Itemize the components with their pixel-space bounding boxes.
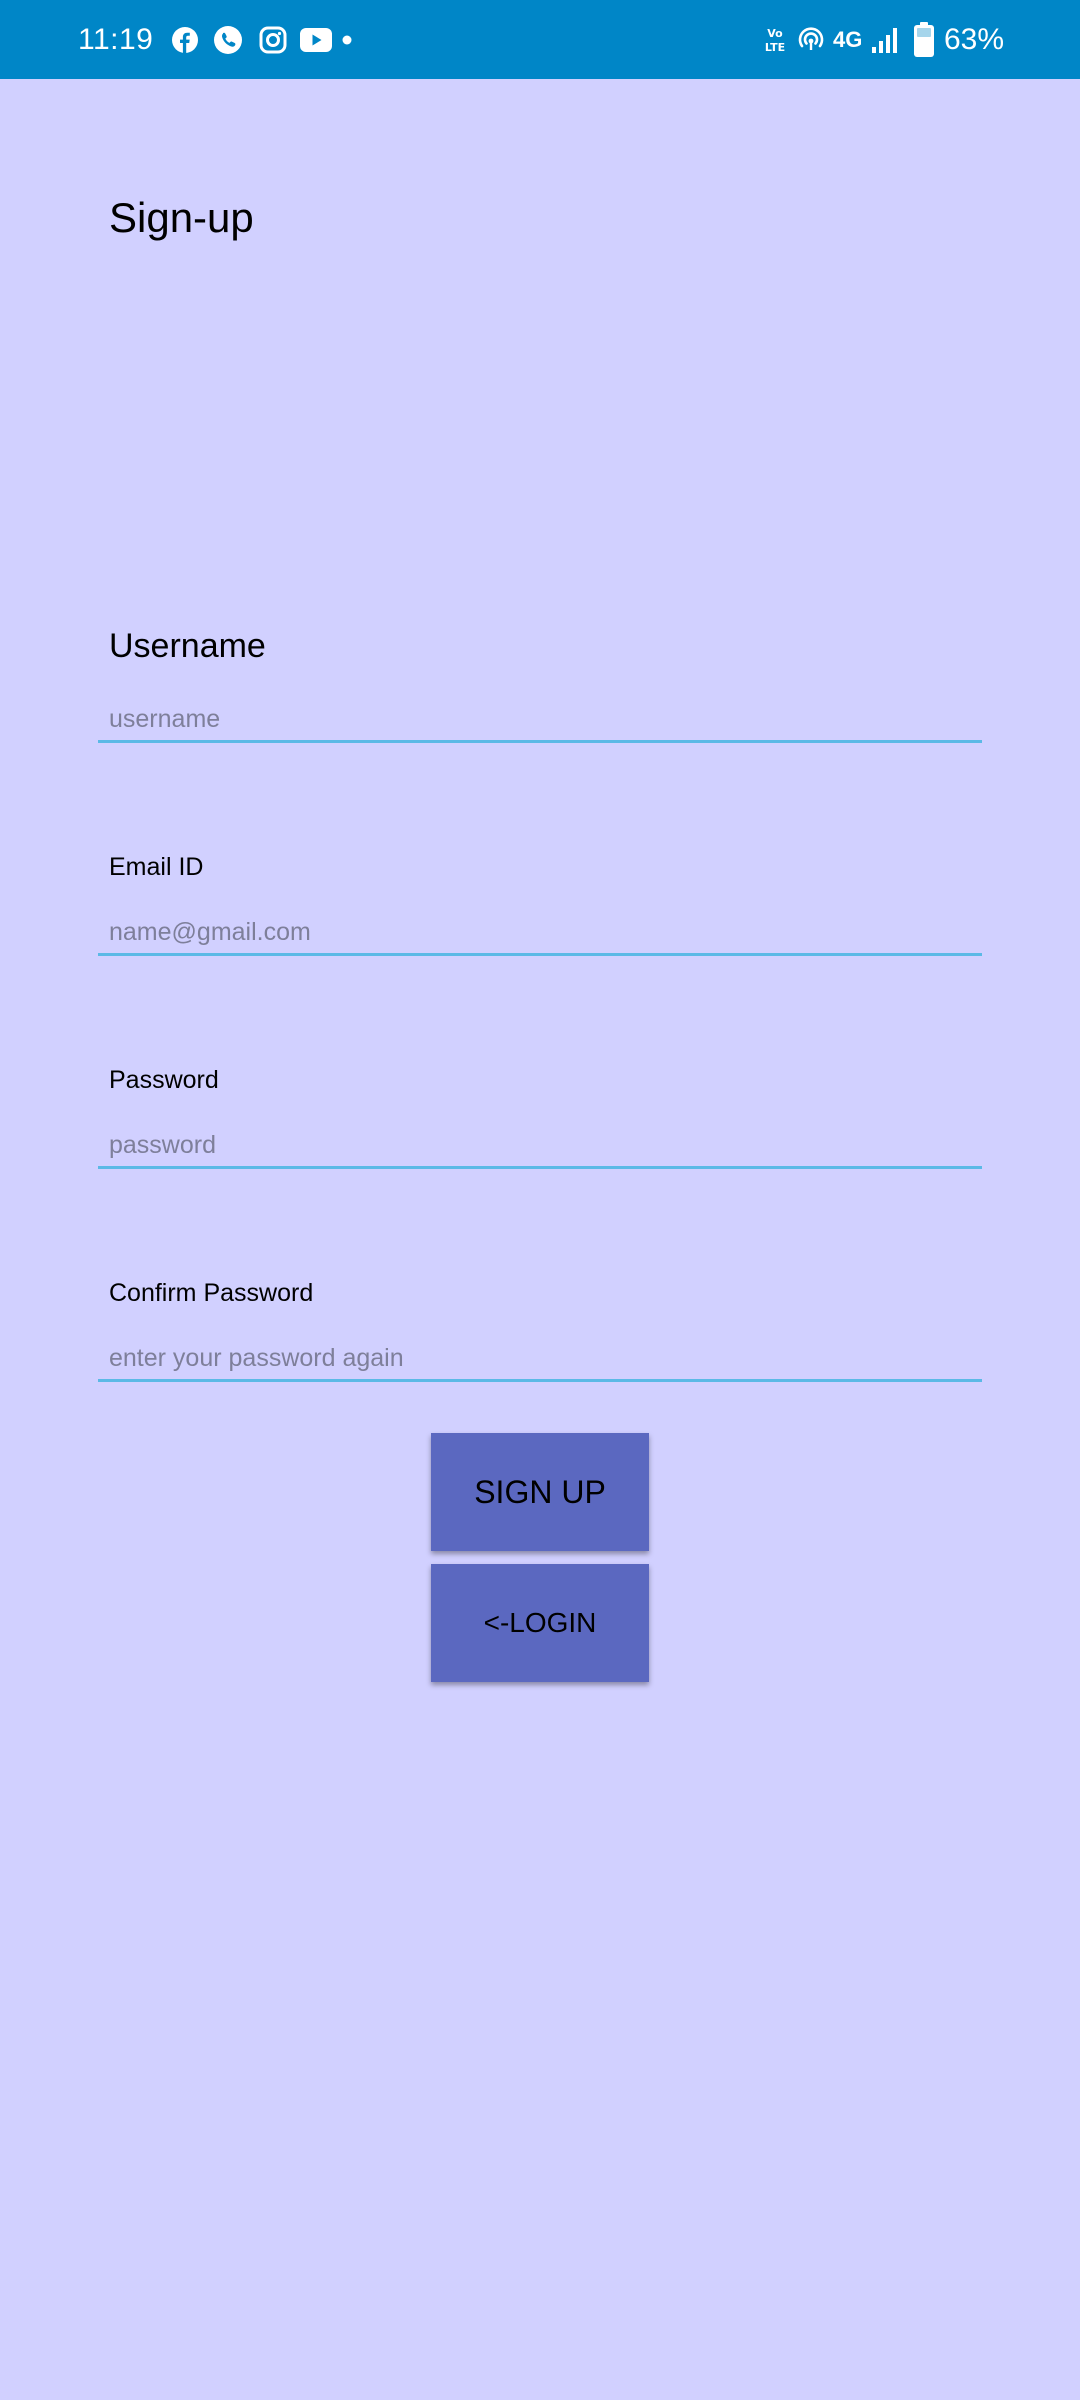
username-label: Username (109, 627, 266, 665)
youtube-icon (300, 28, 332, 52)
email-label: Email ID (109, 853, 204, 881)
facebook-icon (172, 27, 198, 53)
signal-icon (872, 28, 897, 53)
username-input[interactable] (98, 699, 982, 743)
hotspot-icon (798, 27, 824, 50)
confirm-password-input[interactable] (98, 1338, 982, 1382)
svg-text:LTE: LTE (765, 41, 785, 54)
phone-icon (214, 26, 242, 54)
volte-icon: Vo LTE (765, 27, 785, 54)
network-type: 4G (833, 27, 863, 52)
battery-percentage: 63% (944, 23, 1005, 56)
confirm-password-label: Confirm Password (109, 1279, 314, 1307)
email-input[interactable] (98, 912, 982, 956)
svg-text:Vo: Vo (767, 27, 783, 40)
password-input[interactable] (98, 1125, 982, 1169)
status-time: 11:19 (78, 23, 154, 56)
battery-icon (914, 22, 934, 57)
dot-icon (342, 35, 352, 45)
page-title: Sign-up (109, 194, 254, 241)
status-bar: 11:19 Vo LTE 4G 63% (0, 0, 1080, 79)
instagram-icon (259, 26, 287, 54)
sign-up-button[interactable]: SIGN UP (431, 1433, 649, 1551)
login-button[interactable]: <-LOGIN (431, 1564, 649, 1682)
password-label: Password (109, 1066, 219, 1094)
